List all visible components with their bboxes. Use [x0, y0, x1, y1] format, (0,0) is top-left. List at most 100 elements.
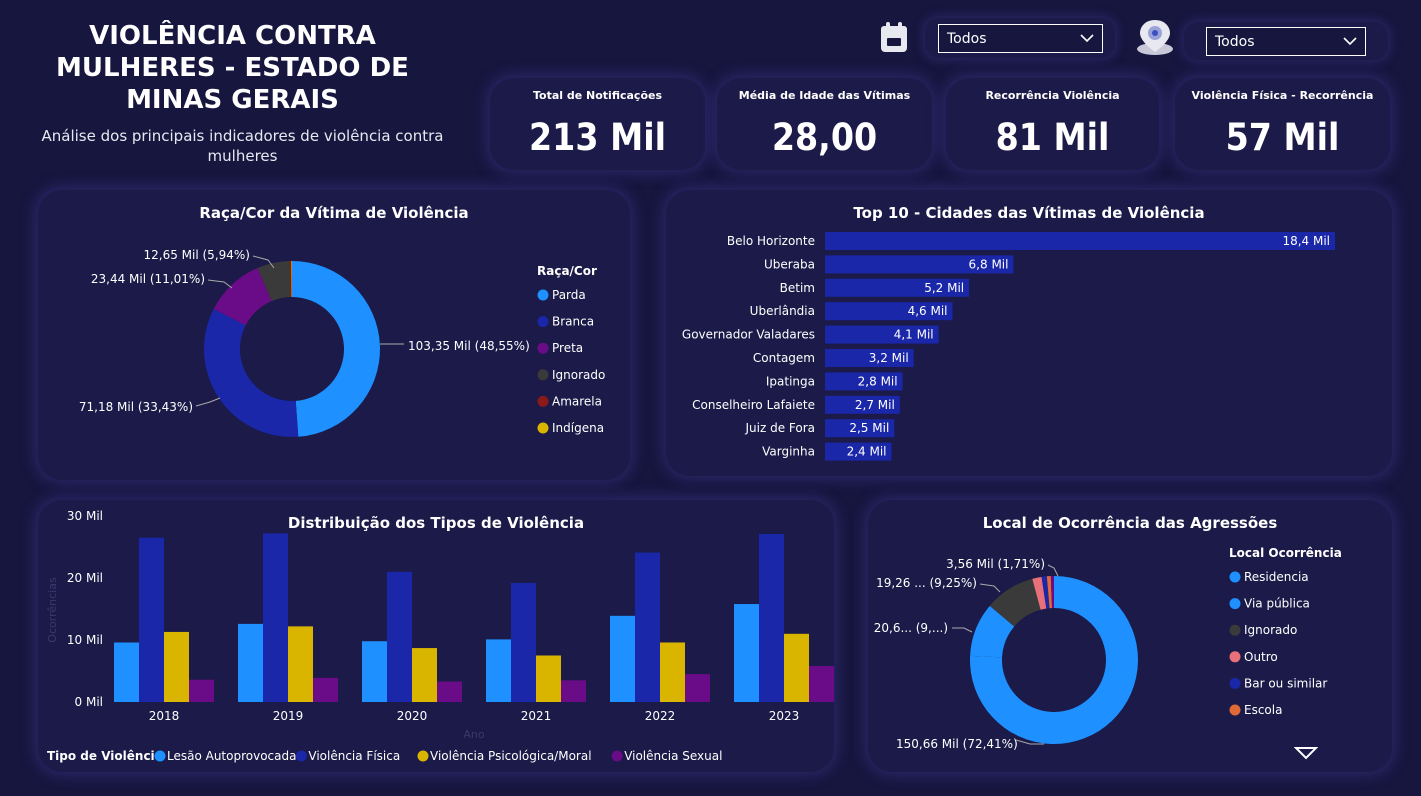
kpi-label: Total de Notificações: [532, 89, 663, 102]
y-tick-label: 0 Mil: [75, 695, 103, 709]
map-pin-icon: [1137, 20, 1173, 55]
legend-marker: [1229, 598, 1241, 610]
data-label: 20,6... (9,...): [874, 621, 948, 635]
kpi-value: 57 Mil: [1225, 116, 1340, 159]
types-bar-chart: 0 Mil 10 Mil 20 Mil 30 Mil Ocorrências Ano 201…: [46, 509, 834, 763]
x-tick-label: 2020: [397, 709, 428, 723]
bar: [313, 677, 338, 702]
bar: [288, 626, 313, 702]
donut-slice: [203, 308, 299, 438]
x-axis-label: Ano: [463, 728, 484, 741]
category-label: Contagem: [753, 351, 815, 365]
legend-title: Raça/Cor: [537, 264, 597, 278]
leader-line: [1047, 564, 1059, 577]
legend-marker: [295, 750, 307, 762]
kpi-card-media-idade: Média de Idade das Vítimas 28,00: [717, 78, 932, 170]
bar: [238, 623, 263, 702]
legend-item: Amarela: [552, 394, 602, 408]
location-filter-value: Todos: [1215, 34, 1255, 50]
legend-marker: [611, 750, 623, 762]
location-filter-dropdown[interactable]: Todos: [1206, 27, 1366, 56]
race-donut-chart: 103,35 Mil (48,55%) 71,18 Mil (33,43%) 23,…: [79, 248, 605, 438]
bar: [486, 639, 511, 702]
legend-marker: [1229, 571, 1241, 583]
bar: [561, 680, 586, 702]
legend-item: Parda: [552, 288, 586, 302]
kpi-value: 81 Mil: [995, 116, 1110, 159]
bar: [685, 674, 710, 702]
bar: [114, 642, 139, 702]
cities-bar-chart: Belo Horizonte 18,4 Mil Uberaba 6,8 Mil Beti…: [682, 232, 1335, 461]
legend-marker: [1229, 624, 1241, 636]
data-label: 150,66 Mil (72,41%): [896, 737, 1018, 751]
kpi-card-recorrencia: Recorrência Violência 81 Mil: [946, 78, 1159, 170]
value-label: 18,4 Mil: [1282, 234, 1330, 248]
value-label: 4,1 Mil: [894, 328, 934, 342]
category-label: Varginha: [762, 445, 815, 459]
value-label: 2,8 Mil: [858, 374, 898, 388]
legend-item: Outro: [1244, 650, 1278, 664]
category-label: Uberlândia: [750, 304, 815, 318]
legend-marker: [1229, 651, 1241, 663]
legend-item: Escola: [1244, 703, 1282, 717]
bar: [536, 655, 561, 702]
legend-item: Ignorado: [552, 368, 605, 382]
category-label: Conselheiro Lafaiete: [692, 398, 815, 412]
category-label: Juiz de Fora: [744, 421, 815, 435]
legend-item: Via pública: [1244, 597, 1310, 611]
legend-marker: [154, 750, 166, 762]
bar: [189, 679, 214, 702]
category-label: Uberaba: [764, 257, 815, 271]
scroll-down-icon[interactable]: [1294, 746, 1318, 760]
legend-marker: [537, 316, 549, 328]
kpi-card-total-notificacoes: Total de Notificações 213 Mil: [490, 78, 705, 170]
x-tick-label: 2019: [273, 709, 304, 723]
legend-item: Bar ou similar: [1244, 676, 1327, 690]
leader-line: [195, 397, 221, 407]
year-filter-dropdown[interactable]: Todos: [938, 24, 1103, 53]
legend-item: Violência Sexual: [624, 749, 722, 763]
category-label: Belo Horizonte: [727, 234, 815, 248]
value-label: 2,7 Mil: [855, 398, 895, 412]
y-tick-label: 20 Mil: [67, 571, 103, 585]
legend-marker: [1229, 704, 1241, 716]
y-axis-label: Ocorrências: [46, 577, 59, 643]
category-label: Betim: [780, 281, 815, 295]
legend-title: Local Ocorrência: [1229, 546, 1342, 560]
legend-marker: [537, 422, 549, 434]
bar: [362, 641, 387, 702]
bar: [164, 631, 189, 702]
kpi-label: Média de Idade das Vítimas: [738, 89, 911, 102]
kpi-label: Violência Física - Recorrência: [1191, 89, 1374, 102]
kpi-value: 28,00: [771, 116, 878, 159]
legend-item: Lesão Autoprovocada: [167, 749, 296, 763]
bar: [263, 533, 288, 702]
x-tick-label: 2018: [149, 709, 180, 723]
x-tick-label: 2023: [769, 709, 800, 723]
legend-item: Ignorado: [1244, 623, 1297, 637]
year-filter-value: Todos: [947, 31, 987, 47]
legend-item: Residencia: [1244, 570, 1309, 584]
x-tick-label: 2022: [645, 709, 676, 723]
leader-line: [952, 627, 973, 633]
bar: [660, 642, 685, 702]
calendar-icon: [881, 22, 907, 52]
data-label: 3,56 Mil (1,71%): [946, 557, 1045, 571]
donut-slice: [292, 261, 381, 437]
x-tick-label: 2021: [521, 709, 552, 723]
legend-item: Preta: [552, 341, 583, 355]
data-label: 23,44 Mil (11,01%): [91, 272, 205, 286]
kpi-card-violencia-fisica: Violência Física - Recorrência 57 Mil: [1175, 78, 1390, 170]
leader-line: [979, 583, 1001, 593]
value-label: 6,8 Mil: [969, 257, 1009, 271]
data-label: 71,18 Mil (33,43%): [79, 400, 193, 414]
bar: [734, 604, 759, 702]
legend-marker: [417, 750, 429, 762]
y-tick-label: 30 Mil: [67, 509, 103, 523]
chevron-down-icon: [1343, 37, 1357, 46]
legend-item: Violência Psicológica/Moral: [430, 749, 592, 763]
category-label: Ipatinga: [766, 374, 815, 388]
bar: [635, 552, 660, 702]
legend-item: Branca: [552, 315, 594, 329]
bar: [511, 582, 536, 702]
